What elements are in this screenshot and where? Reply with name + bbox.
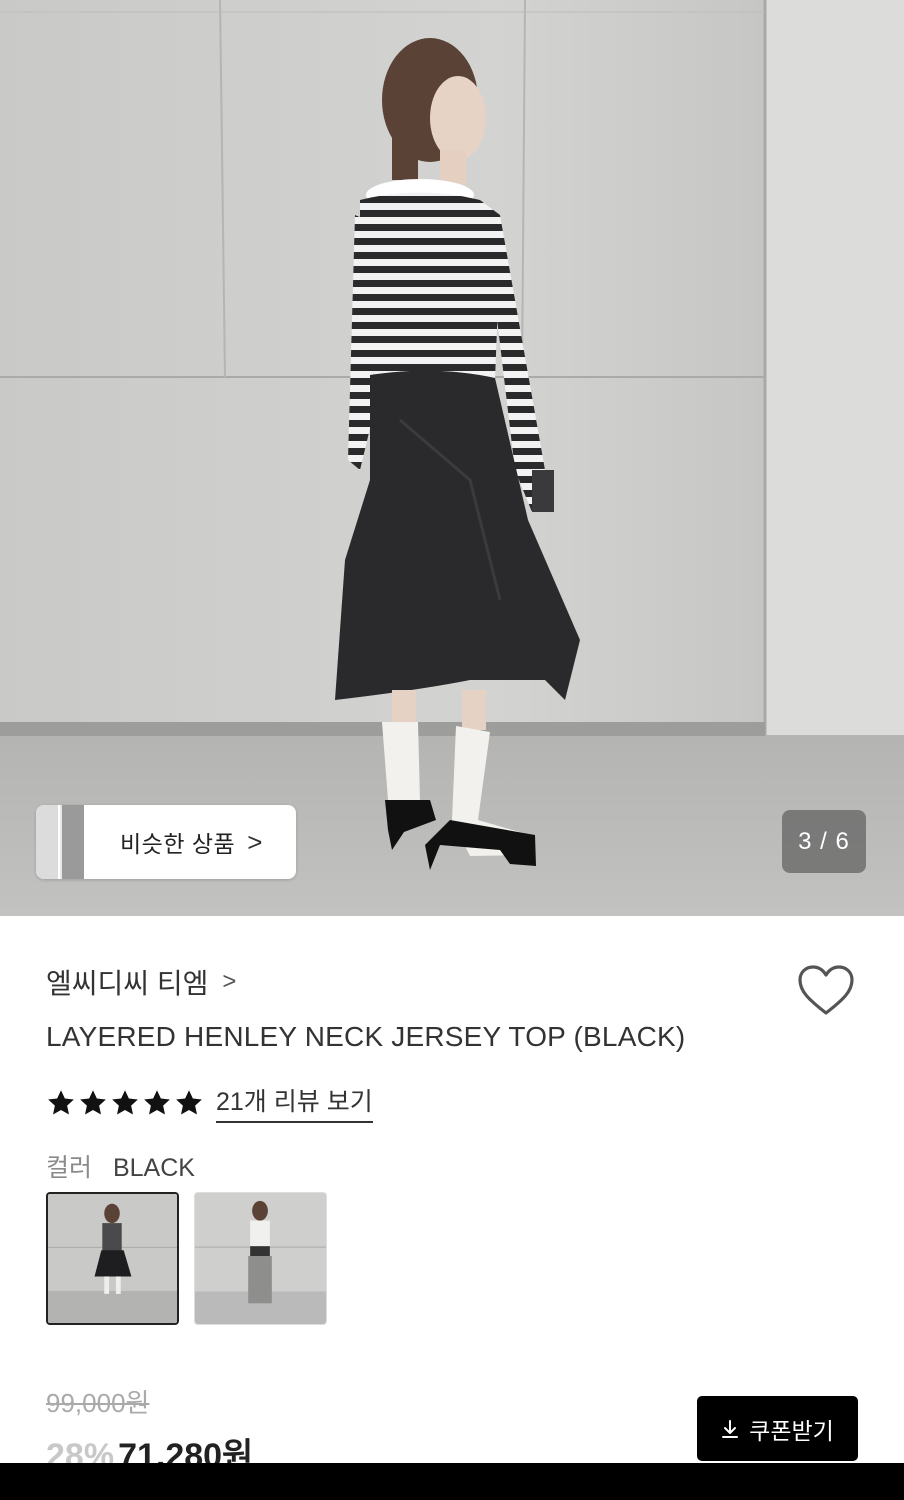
product-image-gallery[interactable]: 비슷한 상품 > 3 / 6: [0, 0, 904, 916]
brand-link[interactable]: 엘씨디씨 티엠 >: [46, 962, 236, 1002]
brand-name: 엘씨디씨 티엠: [46, 968, 209, 999]
star-icon: [112, 1089, 138, 1114]
similar-products-button[interactable]: 비슷한 상품 >: [36, 805, 296, 879]
chevron-right-icon: >: [247, 826, 263, 857]
swatch-black-image: [48, 1194, 177, 1323]
star-icon: [176, 1089, 202, 1114]
product-title: LAYERED HENLEY NECK JERSEY TOP (BLACK): [46, 1021, 686, 1052]
color-swatch-black[interactable]: [46, 1192, 179, 1325]
download-icon: [722, 1419, 739, 1438]
color-label: 컬러: [46, 1154, 93, 1182]
original-price: 99,000원: [46, 1388, 150, 1418]
product-photo[interactable]: [0, 0, 904, 916]
chevron-right-icon: >: [222, 968, 237, 995]
star-icon: [48, 1089, 74, 1114]
similar-products-thumbnail: [36, 805, 84, 879]
coupon-button[interactable]: 쿠폰받기: [697, 1396, 858, 1461]
coupon-label: 쿠폰받기: [749, 1417, 834, 1444]
wishlist-heart-icon[interactable]: [796, 963, 856, 1017]
color-swatch-alternate[interactable]: [194, 1192, 327, 1325]
image-counter: 3 / 6: [782, 810, 866, 873]
similar-products-label: 비슷한 상품: [120, 831, 236, 857]
review-link[interactable]: 21개 리뷰 보기: [216, 1082, 373, 1123]
star-icon: [144, 1089, 170, 1114]
rating-row: 21개 리뷰 보기: [46, 1082, 373, 1123]
color-row: 컬러 BLACK: [46, 1148, 195, 1184]
star-rating: [46, 1088, 204, 1118]
star-icon: [80, 1089, 106, 1114]
swatch-alternate-image: [195, 1193, 326, 1324]
bottom-bar: [0, 1463, 904, 1500]
color-value: BLACK: [112, 1154, 195, 1182]
